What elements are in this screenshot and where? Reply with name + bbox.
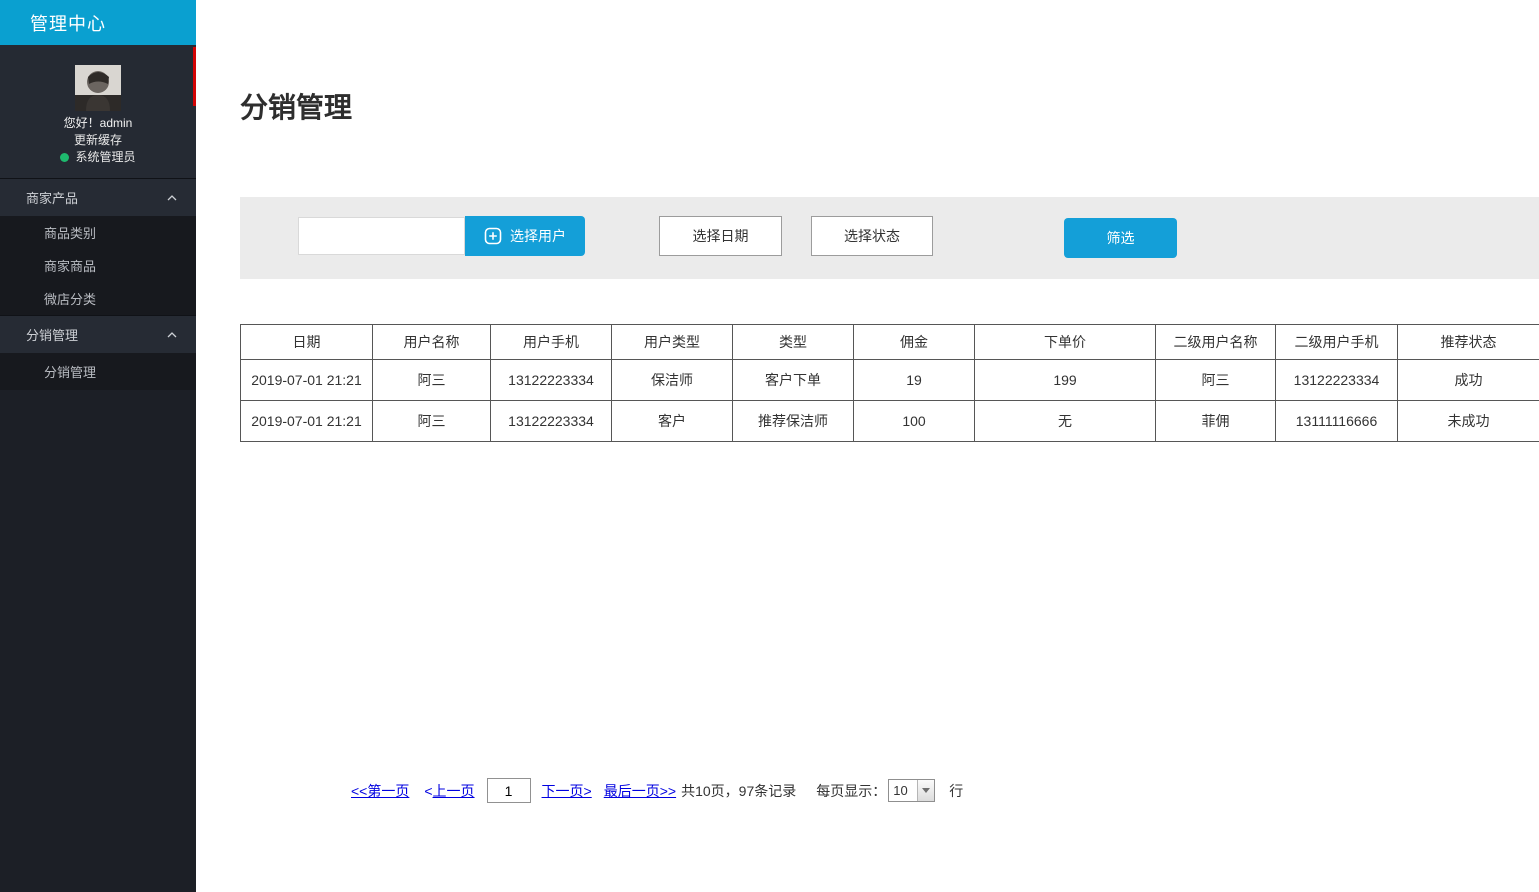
per-page-select[interactable]: 10 xyxy=(888,779,935,802)
user-greeting: 您好！admin xyxy=(0,115,196,132)
col-sub-user-name: 二级用户名称 xyxy=(1156,325,1276,360)
sidebar-item-product-category[interactable]: 商品类别 xyxy=(0,216,196,249)
cell-type: 客户下单 xyxy=(733,360,854,401)
last-page-link[interactable]: 最后一页>> xyxy=(604,781,676,801)
submenu-merchant-products: 商品类别 商家商品 微店分类 xyxy=(0,216,196,315)
prev-page-link[interactable]: <上一页 xyxy=(424,781,474,801)
cell-commission: 100 xyxy=(854,401,975,442)
select-date-button[interactable]: 选择日期 xyxy=(659,216,782,256)
cell-sub-user-phone: 13122223334 xyxy=(1276,360,1398,401)
user-block: 您好！admin 更新缓存 系统管理员 xyxy=(0,45,196,178)
col-date: 日期 xyxy=(241,325,373,360)
cell-referral-status: 成功 xyxy=(1398,360,1539,401)
distribution-table: 日期 用户名称 用户手机 用户类型 类型 佣金 下单价 二级用户名称 二级用户手… xyxy=(240,324,1539,442)
sidebar-item-merchant-goods[interactable]: 商家商品 xyxy=(0,249,196,282)
plus-square-icon xyxy=(484,227,502,245)
chevron-up-icon xyxy=(166,192,178,204)
sidebar-item-distribution[interactable]: 分销管理 xyxy=(0,315,196,353)
user-role: 系统管理员 xyxy=(75,149,135,166)
submenu-distribution: 分销管理 xyxy=(0,353,196,390)
chevron-up-icon xyxy=(166,329,178,341)
cell-sub-user-phone: 13111116666 xyxy=(1276,401,1398,442)
filter-bar: 选择用户 选择日期 选择状态 筛选 xyxy=(240,197,1539,279)
prev-page-label: 上一页 xyxy=(433,783,475,799)
menu-label: 商家产品 xyxy=(26,188,78,207)
online-status-icon xyxy=(60,153,69,162)
app-window: 管理中心 您好！admin 更新缓存 系统管理员 商家产 xyxy=(0,0,1539,892)
submenu-label: 商家商品 xyxy=(44,256,96,275)
cell-date: 2019-07-01 21:21 xyxy=(241,401,373,442)
col-user-name: 用户名称 xyxy=(373,325,491,360)
cell-referral-status: 未成功 xyxy=(1398,401,1539,442)
cell-user-type: 保洁师 xyxy=(612,360,733,401)
table-row: 2019-07-01 21:21 阿三 13122223334 客户 推荐保洁师… xyxy=(241,401,1539,442)
app-title: 管理中心 xyxy=(30,10,106,36)
per-page-value: 10 xyxy=(889,780,917,801)
table-row: 2019-07-01 21:21 阿三 13122223334 保洁师 客户下单… xyxy=(241,360,1539,401)
pagination-summary: 共10页，97条记录 xyxy=(681,781,796,801)
next-page-link[interactable]: 下一页> xyxy=(542,781,592,801)
main-content: 分销管理 选择用户 选择日期 选择状态 筛选 xyxy=(196,0,1539,892)
col-type: 类型 xyxy=(733,325,854,360)
user-avatar xyxy=(75,65,121,111)
menu-label: 分销管理 xyxy=(26,325,78,344)
cell-user-phone: 13122223334 xyxy=(491,360,612,401)
sidebar-nav: 商家产品 商品类别 商家商品 微店分类 分销管理 xyxy=(0,178,196,390)
select-user-button[interactable]: 选择用户 xyxy=(465,216,585,256)
cell-user-name: 阿三 xyxy=(373,360,491,401)
submenu-label: 微店分类 xyxy=(44,289,96,308)
submenu-label: 商品类别 xyxy=(44,223,96,242)
sidebar-item-merchant-products[interactable]: 商家产品 xyxy=(0,178,196,216)
page-title: 分销管理 xyxy=(240,86,1539,126)
select-user-label: 选择用户 xyxy=(510,226,566,246)
refresh-cache-link[interactable]: 更新缓存 xyxy=(0,132,196,149)
filter-button[interactable]: 筛选 xyxy=(1064,218,1177,258)
sidebar: 管理中心 您好！admin 更新缓存 系统管理员 商家产 xyxy=(0,0,196,892)
select-status-button[interactable]: 选择状态 xyxy=(811,216,933,256)
col-sub-user-phone: 二级用户手机 xyxy=(1276,325,1398,360)
user-search-input[interactable] xyxy=(298,217,465,255)
cell-date: 2019-07-01 21:21 xyxy=(241,360,373,401)
sidebar-header: 管理中心 xyxy=(0,0,196,45)
dropdown-arrow-icon[interactable] xyxy=(917,780,934,801)
table-header-row: 日期 用户名称 用户手机 用户类型 类型 佣金 下单价 二级用户名称 二级用户手… xyxy=(241,325,1539,360)
cell-commission: 19 xyxy=(854,360,975,401)
col-commission: 佣金 xyxy=(854,325,975,360)
sidebar-item-microshop-category[interactable]: 微店分类 xyxy=(0,282,196,315)
prev-arrow: < xyxy=(424,783,432,799)
col-user-phone: 用户手机 xyxy=(491,325,612,360)
cell-type: 推荐保洁师 xyxy=(733,401,854,442)
rows-unit-label: 行 xyxy=(949,781,963,801)
cell-user-phone: 13122223334 xyxy=(491,401,612,442)
cell-user-name: 阿三 xyxy=(373,401,491,442)
sidebar-item-distribution-manage[interactable]: 分销管理 xyxy=(0,353,196,390)
submenu-label: 分销管理 xyxy=(44,362,96,381)
cell-sub-user-name: 菲佣 xyxy=(1156,401,1276,442)
col-referral-status: 推荐状态 xyxy=(1398,325,1539,360)
per-page-label: 每页显示： xyxy=(816,781,886,801)
cell-sub-user-name: 阿三 xyxy=(1156,360,1276,401)
user-role-row: 系统管理员 xyxy=(0,149,196,166)
first-page-link[interactable]: <<第一页 xyxy=(351,781,409,801)
cell-user-type: 客户 xyxy=(612,401,733,442)
col-user-type: 用户类型 xyxy=(612,325,733,360)
col-order-price: 下单价 xyxy=(975,325,1156,360)
cell-order-price: 无 xyxy=(975,401,1156,442)
cell-order-price: 199 xyxy=(975,360,1156,401)
pagination: <<第一页 <上一页 下一页> 最后一页>> 共10页，97条记录 每页显示： … xyxy=(351,778,1539,803)
page-number-input[interactable] xyxy=(487,778,531,803)
